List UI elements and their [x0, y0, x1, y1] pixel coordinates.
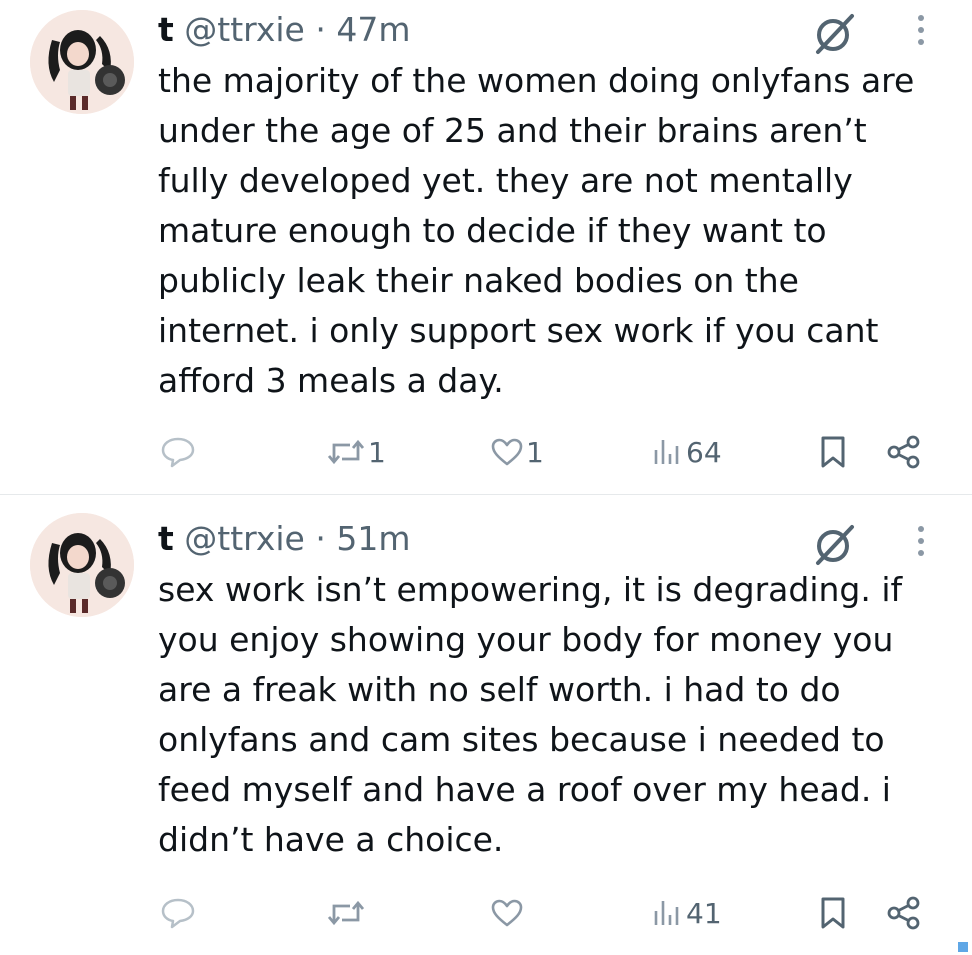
more-icon[interactable]	[910, 521, 932, 561]
tweet-text-line: feed myself and have a roof over my head…	[158, 770, 891, 809]
display-name[interactable]: t	[158, 10, 174, 49]
tweet-text-line: mature enough to decide if they want to	[158, 211, 827, 250]
reply-icon	[161, 437, 195, 468]
like-count: 1	[526, 435, 544, 469]
share-icon	[887, 896, 920, 930]
like-button[interactable]: 1	[490, 430, 544, 474]
handle[interactable]: @ttrxie	[184, 519, 305, 558]
repost-icon	[327, 439, 365, 465]
corner-mark	[958, 942, 968, 952]
action-bar: 41	[0, 891, 972, 935]
views-icon	[654, 440, 679, 464]
tweet-text-line: publicly leak their naked bodies on the	[158, 261, 799, 300]
views-button[interactable]: 64	[652, 430, 722, 474]
repost-button[interactable]: 1	[326, 430, 386, 474]
timestamp[interactable]: 51m	[336, 519, 410, 558]
handle[interactable]: @ttrxie	[184, 10, 305, 49]
tweet-text-line: internet. i only support sex work if you…	[158, 311, 879, 350]
bookmark-button[interactable]	[818, 430, 848, 474]
share-button[interactable]	[886, 891, 922, 935]
repost-icon	[327, 900, 365, 926]
tweet-header: t @ttrxie · 47m	[158, 10, 410, 50]
tweet-text-line: the majority of the women doing onlyfans…	[158, 61, 915, 100]
tweet-text-line: afford 3 meals a day.	[158, 361, 504, 400]
grok-icon[interactable]	[812, 12, 858, 56]
tweet-text: sex work isn’t empowering, it is degradi…	[158, 565, 948, 865]
reply-icon	[161, 898, 195, 929]
repost-count: 1	[368, 435, 386, 469]
tweet-text-line: fully developed yet. they are not mental…	[158, 161, 853, 200]
tweet[interactable]: t @ttrxie · 47m the majority of the wome…	[0, 0, 972, 494]
heart-icon	[491, 438, 523, 466]
views-count: 41	[686, 896, 722, 930]
share-button[interactable]	[886, 430, 922, 474]
tweet-text-line: are a freak with no self worth. i had to…	[158, 670, 841, 709]
tweet-text: the majority of the women doing onlyfans…	[158, 56, 948, 406]
reply-button[interactable]	[160, 430, 196, 474]
views-button[interactable]: 41	[652, 891, 722, 935]
bookmark-button[interactable]	[818, 891, 848, 935]
tweet-text-line: onlyfans and cam sites because i needed …	[158, 720, 885, 759]
heart-icon	[491, 899, 523, 927]
tweet-text-line: didn’t have a choice.	[158, 820, 504, 859]
separator: ·	[315, 10, 326, 49]
tweet-text-line: sex work isn’t empowering, it is degradi…	[158, 570, 903, 609]
views-icon	[654, 901, 679, 925]
avatar[interactable]	[30, 513, 134, 617]
views-count: 64	[686, 435, 722, 469]
tweet-header: t @ttrxie · 51m	[158, 519, 410, 559]
separator: ·	[315, 519, 326, 558]
timestamp[interactable]: 47m	[336, 10, 410, 49]
bookmark-icon	[821, 897, 845, 929]
tweet[interactable]: t @ttrxie · 51m sex work isn’t empowerin…	[0, 495, 972, 955]
like-button[interactable]	[490, 891, 526, 935]
action-bar: 1 1 64	[0, 430, 972, 474]
more-icon[interactable]	[910, 10, 932, 50]
share-icon	[887, 435, 920, 469]
grok-icon[interactable]	[812, 523, 858, 567]
repost-button[interactable]	[326, 891, 368, 935]
tweet-text-line: under the age of 25 and their brains are…	[158, 111, 867, 150]
avatar[interactable]	[30, 10, 134, 114]
tweet-text-line: you enjoy showing your body for money yo…	[158, 620, 894, 659]
reply-button[interactable]	[160, 891, 196, 935]
bookmark-icon	[821, 436, 845, 468]
display-name[interactable]: t	[158, 519, 174, 558]
